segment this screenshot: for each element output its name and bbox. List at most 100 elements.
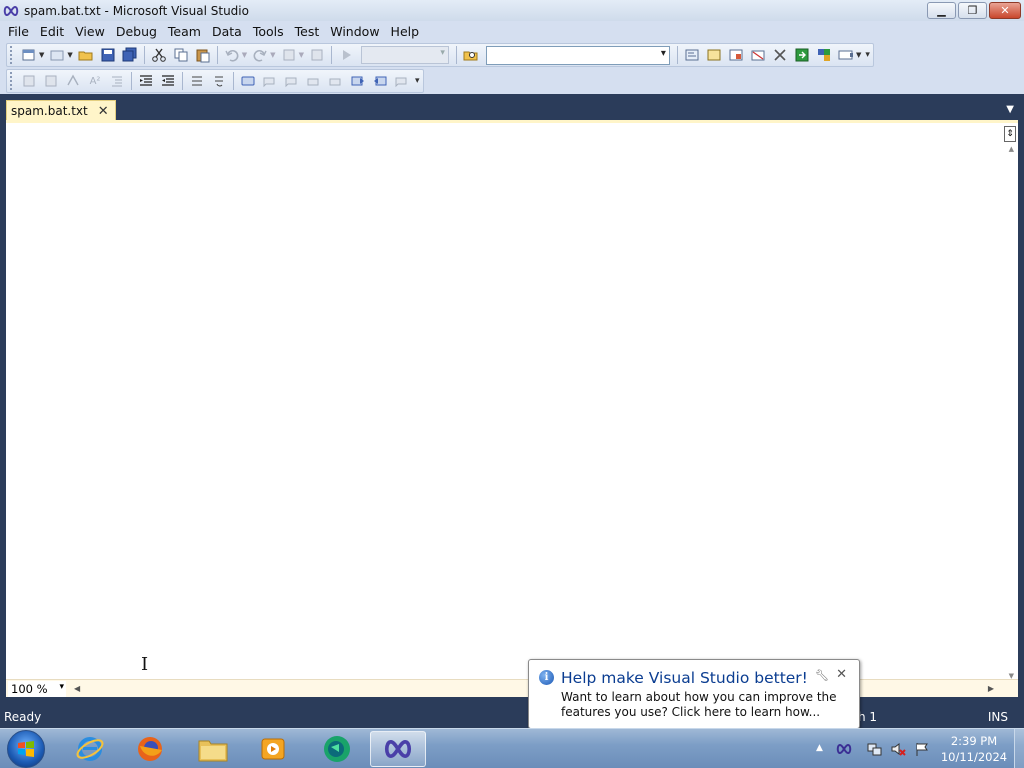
tools-icon[interactable]: [770, 45, 790, 65]
toolbar-overflow-icon[interactable]: ▾: [865, 50, 870, 60]
mouse-ibeam-cursor: I: [141, 654, 149, 675]
notification-title[interactable]: Help make Visual Studio better!: [561, 669, 808, 687]
minimize-icon: ▁: [937, 4, 946, 17]
previous-bookmark-folder-icon: [304, 71, 324, 91]
properties-window-icon[interactable]: [704, 45, 724, 65]
toolbar-grip[interactable]: [10, 72, 14, 90]
show-desktop-button[interactable]: [1014, 729, 1024, 768]
menu-tools[interactable]: Tools: [249, 21, 288, 42]
redo-icon: [250, 45, 270, 65]
add-item-icon[interactable]: [47, 45, 67, 65]
solution-explorer-icon[interactable]: [682, 45, 702, 65]
zoom-dropdown[interactable]: 100 %: [8, 680, 66, 697]
add-item-dropdown-icon[interactable]: ▼: [67, 51, 72, 59]
tab-spam-bat-txt[interactable]: spam.bat.txt ✕: [6, 100, 116, 121]
uncomment-lines-icon[interactable]: [209, 71, 229, 91]
menu-view[interactable]: View: [71, 21, 109, 42]
menu-data[interactable]: Data: [208, 21, 246, 42]
solution-configuration-dropdown: [360, 46, 449, 64]
windows-logo-icon: [18, 741, 34, 757]
cut-icon[interactable]: [149, 45, 169, 65]
standard-toolbar: ▼ ▼ ▼ ▼ ▼ ▾ ▾ ▼ ▾: [0, 42, 1024, 68]
find-combo-box[interactable]: [485, 45, 670, 65]
navigate-backward-dropdown-icon: ▼: [298, 51, 304, 59]
tray-visual-studio-icon[interactable]: [836, 741, 852, 757]
menu-file[interactable]: File: [4, 21, 33, 42]
menu-debug[interactable]: Debug: [112, 21, 161, 42]
tab-close-icon[interactable]: ✕: [98, 104, 109, 119]
previous-bookmark-icon: [260, 71, 280, 91]
toolbar-overflow-icon[interactable]: ▾: [415, 76, 420, 86]
minimize-button[interactable]: ▁: [927, 2, 956, 19]
copy-icon[interactable]: [171, 45, 191, 65]
outdent-icon[interactable]: [136, 71, 156, 91]
start-page-icon[interactable]: [792, 45, 812, 65]
visual-studio-logo-icon: [0, 0, 22, 21]
command-window-dropdown-icon[interactable]: ▼: [856, 51, 861, 59]
save-icon[interactable]: [98, 45, 118, 65]
vertical-scrollbar[interactable]: ⇕ ▲ ▼: [1002, 123, 1018, 682]
comment-out-lines-icon[interactable]: [187, 71, 207, 91]
text-editor-toolbar: A² ▾: [0, 68, 1024, 94]
active-files-dropdown-icon[interactable]: ▼: [1006, 104, 1014, 115]
text-editor[interactable]: I ⇕ ▲ ▼ 100 % ◀ ▶: [6, 120, 1018, 697]
clock-date: 10/11/2024: [940, 750, 1008, 764]
title-bar: spam.bat.txt - Microsoft Visual Studio ▁…: [0, 0, 1024, 21]
paste-icon[interactable]: [193, 45, 213, 65]
toggle-bookmark-icon[interactable]: [238, 71, 258, 91]
new-project-icon[interactable]: [19, 45, 39, 65]
options-wrench-icon[interactable]: 🔧︎: [815, 669, 829, 682]
taskbar-file-explorer[interactable]: [185, 731, 241, 767]
menu-window[interactable]: Window: [326, 21, 383, 42]
decrease-indent-icon: [107, 71, 127, 91]
toolbox-icon[interactable]: [748, 45, 768, 65]
find-in-files-icon[interactable]: [461, 45, 481, 65]
extension-manager-icon[interactable]: [814, 45, 834, 65]
notification-body[interactable]: Want to learn about how you can improve …: [561, 690, 855, 720]
action-center-flag-icon[interactable]: [914, 741, 930, 757]
taskbar-visual-studio[interactable]: [370, 731, 426, 767]
start-button[interactable]: [7, 730, 45, 768]
zoom-value: 100 %: [11, 681, 48, 696]
scroll-left-icon[interactable]: ◀: [74, 684, 80, 693]
menu-edit[interactable]: Edit: [36, 21, 68, 42]
menu-team[interactable]: Team: [164, 21, 205, 42]
restore-button[interactable]: ❐: [958, 2, 987, 19]
editor-splitter-icon[interactable]: ⇕: [1004, 126, 1016, 142]
taskbar-firefox[interactable]: [122, 731, 178, 767]
save-all-icon[interactable]: [120, 45, 140, 65]
scroll-right-icon[interactable]: ▶: [988, 684, 994, 693]
command-window-icon[interactable]: [836, 45, 856, 65]
info-icon: i: [539, 670, 554, 685]
new-project-dropdown-icon[interactable]: ▼: [39, 51, 44, 59]
start-debugging-icon: [336, 45, 356, 65]
show-hidden-icons-icon[interactable]: ▲: [816, 743, 823, 753]
menu-help[interactable]: Help: [387, 21, 424, 42]
volume-muted-icon[interactable]: [890, 741, 906, 757]
notification-balloon[interactable]: i Help make Visual Studio better! 🔧︎ ✕ W…: [528, 659, 860, 737]
status-text: Ready: [4, 710, 42, 724]
display-quick-info-icon: [63, 71, 83, 91]
clear-bookmarks-icon: [392, 71, 412, 91]
object-browser-icon[interactable]: [726, 45, 746, 65]
notification-close-icon[interactable]: ✕: [836, 667, 847, 682]
toolbar-grip[interactable]: [10, 46, 14, 64]
scroll-up-icon[interactable]: ▲: [1009, 145, 1014, 153]
taskbar-media-player[interactable]: [245, 731, 301, 767]
network-icon[interactable]: [866, 741, 882, 757]
previous-bookmark-document-icon[interactable]: [348, 71, 368, 91]
taskbar-internet-explorer[interactable]: [62, 731, 118, 767]
taskbar-teamviewer[interactable]: [309, 731, 365, 767]
system-clock[interactable]: 2:39 PM 10/11/2024: [936, 733, 1012, 765]
next-bookmark-icon: [282, 71, 302, 91]
desktop: spam.bat.txt - Microsoft Visual Studio ▁…: [0, 0, 1024, 768]
status-line: h 1: [858, 710, 878, 724]
display-object-member-list-icon: [19, 71, 39, 91]
menu-test[interactable]: Test: [291, 21, 324, 42]
taskbar: ▲ 2:39 PM 10/11/2024: [0, 728, 1024, 768]
open-file-icon[interactable]: [76, 45, 96, 65]
firefox-icon: [138, 737, 162, 761]
indent-icon[interactable]: [158, 71, 178, 91]
next-bookmark-document-icon[interactable]: [370, 71, 390, 91]
close-button[interactable]: ✕: [989, 2, 1021, 19]
